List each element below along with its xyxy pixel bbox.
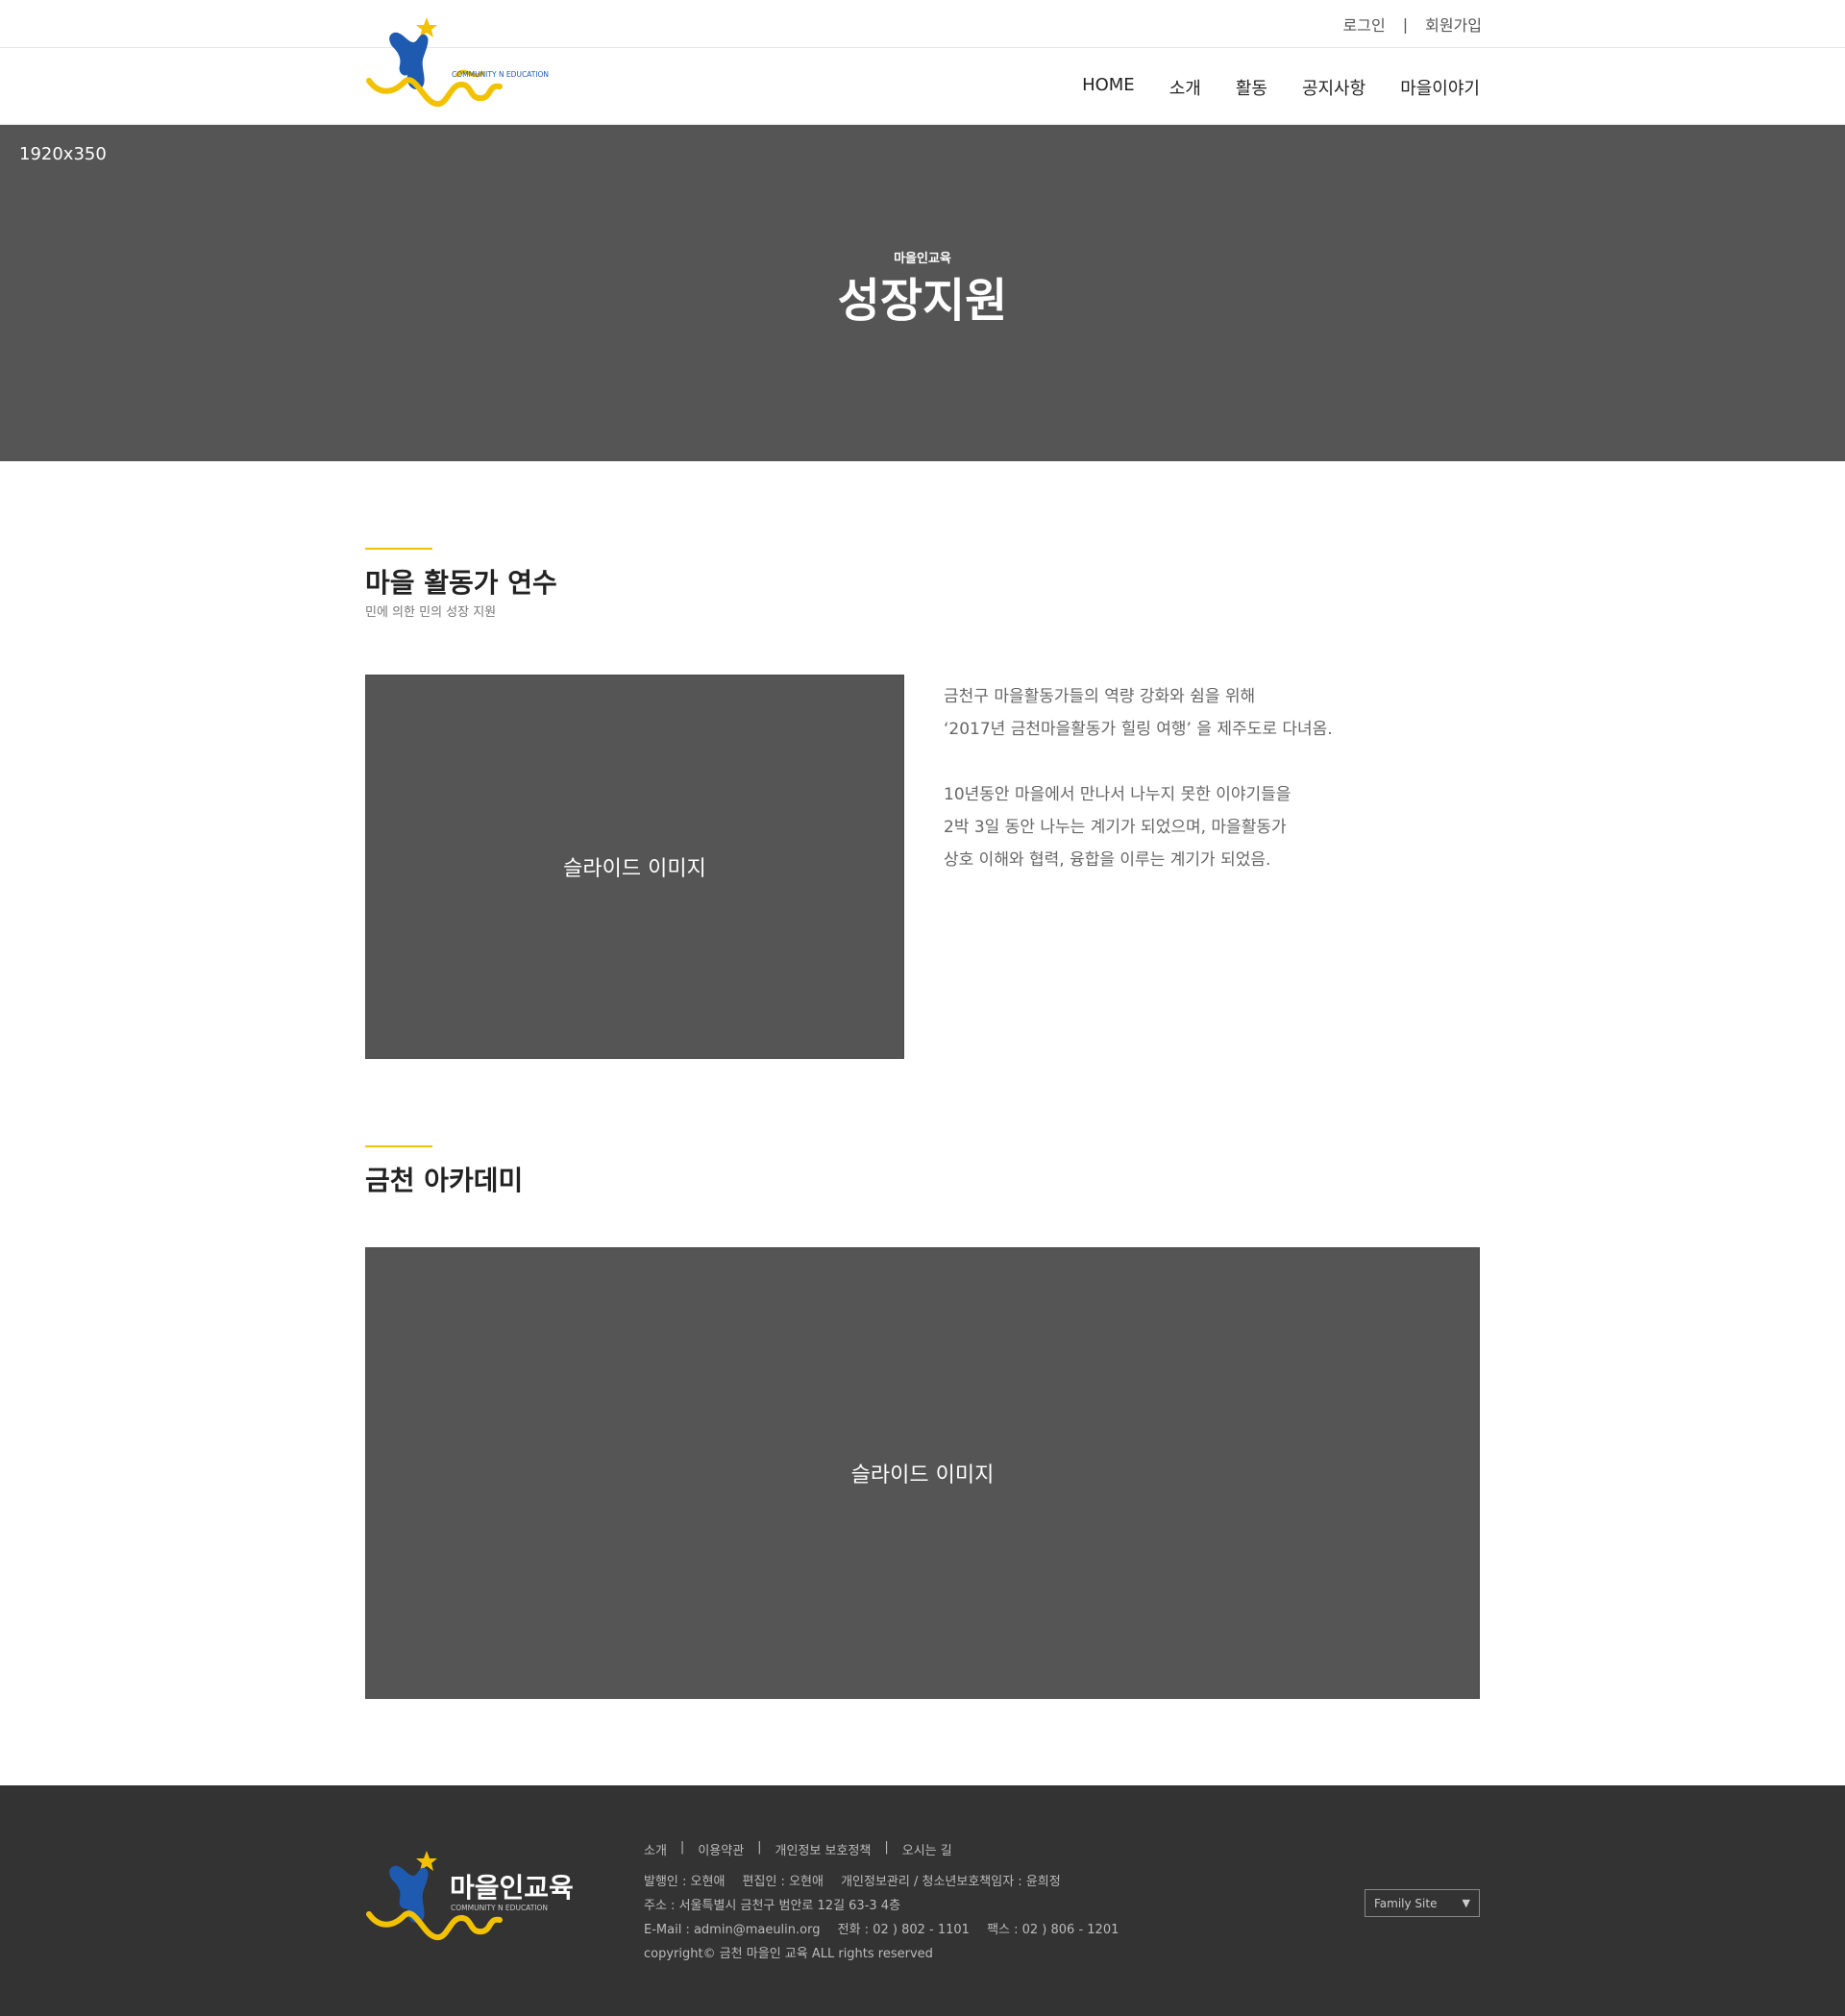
section1-slide-image[interactable]: 슬라이드 이미지 — [365, 675, 904, 1059]
footer-publisher: 발행인 : 오현애 — [644, 1875, 726, 1889]
section1-accent-line — [365, 548, 432, 550]
nav-item-stories[interactable]: 마을이야기 — [1400, 75, 1480, 100]
section1-subtitle: 민에 의한 민의 성장 지원 — [365, 605, 497, 620]
top-links: 로그인 | 회원가입 — [1343, 12, 1482, 36]
section2-accent-line — [365, 1145, 432, 1147]
top-bar: 로그인 | 회원가입 — [0, 0, 1845, 48]
footer-link-separator: | — [679, 1840, 685, 1855]
footer: 마을인교육 COMMUNITY N EDUCATION 소개 | 이용약관 | … — [0, 1785, 1845, 2016]
login-link[interactable]: 로그인 — [1343, 12, 1386, 36]
svg-text:마을인교육: 마을인교육 — [450, 1872, 574, 1904]
footer-link-privacy[interactable]: 개인정보 보호정책 — [775, 1840, 872, 1858]
section2-slide-image[interactable]: 슬라이드 이미지 — [365, 1247, 1480, 1699]
footer-link-directions[interactable]: 오시는 길 — [902, 1840, 952, 1858]
footer-copyright: copyright© 금천 마을인 교육 ALL rights reserved — [644, 1947, 933, 1961]
section1-title: 마을 활동가 연수 — [365, 567, 557, 599]
main-nav: HOME 소개 활동 공지사항 마을이야기 — [1082, 75, 1480, 100]
section2-title: 금천 아카데미 — [365, 1165, 524, 1196]
footer-fax: 팩스 : 02 ) 806 - 1201 — [987, 1923, 1119, 1937]
footer-privacy-manager: 개인정보관리 / 청소년보호책임자 : 윤희정 — [841, 1875, 1061, 1889]
dropdown-arrow-icon: ▼ — [1462, 1897, 1470, 1909]
hero-banner: 1920x350 마을인교육 성장지원 — [0, 125, 1845, 461]
site-logo[interactable]: COMMUNITY N EDUCATION — [365, 13, 577, 110]
footer-link-separator: | — [757, 1840, 762, 1855]
description-line: 금천구 마을활동가들의 역량 강화와 쉼을 위해 — [944, 687, 1256, 706]
description-line: 상호 이해와 협력, 융합을 이루는 계기가 되었음. — [944, 850, 1271, 870]
footer-editor: 편집인 : 오현애 — [742, 1875, 824, 1889]
logo-mark-icon: COMMUNITY N EDUCATION — [366, 17, 549, 107]
footer-phone: 전화 : 02 ) 802 - 1101 — [837, 1923, 970, 1937]
nav-item-home[interactable]: HOME — [1082, 75, 1135, 100]
slide-image-label: 슬라이드 이미지 — [850, 1463, 995, 1487]
signup-link[interactable]: 회원가입 — [1425, 12, 1482, 36]
description-line: 10년동안 마을에서 만나서 나누지 못한 이야기들을 — [944, 785, 1292, 804]
section1-description: 금천구 마을활동가들의 역량 강화와 쉼을 위해 ‘2017년 금천마을활동가 … — [944, 680, 1443, 876]
svg-text:COMMUNITY N EDUCATION: COMMUNITY N EDUCATION — [451, 1904, 548, 1912]
page-title: 성장지원 — [837, 274, 1008, 328]
footer-email: E-Mail : admin@maeulin.org — [644, 1923, 821, 1937]
top-link-separator: | — [1402, 14, 1409, 34]
nav-bar — [0, 48, 1845, 125]
footer-logo[interactable]: 마을인교육 COMMUNITY N EDUCATION — [365, 1847, 586, 1943]
footer-link-intro[interactable]: 소개 — [644, 1840, 667, 1858]
hero-size-label: 1920x350 — [19, 144, 107, 164]
nav-item-notice[interactable]: 공지사항 — [1302, 75, 1365, 100]
svg-text:COMMUNITY N EDUCATION: COMMUNITY N EDUCATION — [452, 70, 549, 79]
footer-logo-mark-icon: 마을인교육 COMMUNITY N EDUCATION — [366, 1851, 574, 1940]
footer-link-terms[interactable]: 이용약관 — [698, 1840, 744, 1858]
footer-links: 소개 | 이용약관 | 개인정보 보호정책 | 오시는 길 — [644, 1840, 952, 1858]
nav-item-intro[interactable]: 소개 — [1169, 75, 1201, 100]
family-site-select[interactable]: Family Site ▼ — [1365, 1889, 1480, 1917]
footer-info: 발행인 : 오현애 편집인 : 오현애 개인정보관리 / 청소년보호책임자 : … — [644, 1870, 1119, 1966]
nav-item-activity[interactable]: 활동 — [1236, 75, 1267, 100]
footer-link-separator: | — [884, 1840, 889, 1855]
description-line: 2박 3일 동안 나누는 계기가 되었으며, 마을활동가 — [944, 818, 1287, 837]
description-line: ‘2017년 금천마을활동가 힐링 여행’ 을 제주도로 다녀옴. — [944, 720, 1333, 739]
slide-image-label: 슬라이드 이미지 — [563, 857, 706, 881]
footer-address: 주소 : 서울특별시 금천구 범안로 12길 63-3 4층 — [644, 1899, 901, 1913]
family-site-label: Family Site — [1374, 1896, 1438, 1910]
